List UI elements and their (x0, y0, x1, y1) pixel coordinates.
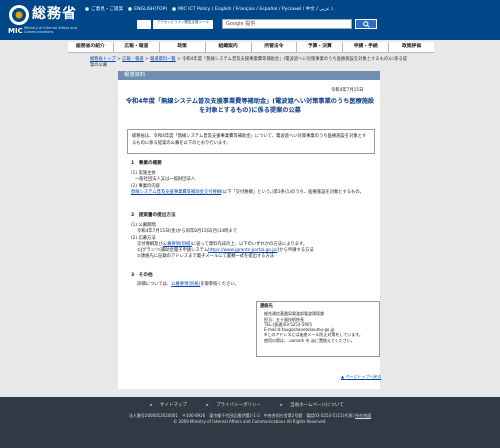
footer-address: 法人番号2000012020001 〒100-8926 東京都千代田区霞が関2-… (128, 413, 354, 418)
contact-line: 使用の際は、.oomark を.@に置換えてください。 (264, 337, 355, 343)
english-top-link[interactable]: ENGLISH(TOP) (128, 7, 167, 12)
bullet-icon (172, 7, 177, 11)
footer-access-link[interactable]: 所在地図 (355, 413, 371, 418)
breadcrumb-press[interactable]: 広報・報道 (122, 57, 143, 62)
section-2: 2 提案書の提出方法 (1) 公募期間 令和4年7月15日(金)から同年8月15… (131, 212, 376, 261)
accessibility-label: アクセシビリティ閲覧支援ツール (153, 20, 213, 29)
footer-about-site-link[interactable]: ▸ 当省ホームページについて (280, 403, 349, 408)
accessibility-icon (137, 20, 151, 29)
contact-line: ※このアドレスには迷惑メール防止対策をしています。 (264, 332, 363, 338)
header-links: ご意見・ご提案 ENGLISH(TOP) MIC ICT Policy ( En… (85, 5, 333, 13)
logo-subtitle: Ministry of Internal Affairs and Communi… (24, 26, 77, 34)
site-footer: ▸ サイトマップ ▸ プライバシーポリシー ▸ 当省ホームページについて 法人番… (0, 397, 500, 448)
footer-copyright: © 2009 Ministry of Internal Affairs and … (173, 419, 327, 424)
footer-links: ▸ サイトマップ ▸ プライバシーポリシー ▸ 当省ホームページについて (0, 402, 500, 408)
bullet-icon (128, 7, 133, 11)
search-input[interactable]: Google 提供 (222, 19, 352, 29)
nav-press[interactable]: 広報・報道 (112, 42, 159, 52)
feedback-link[interactable]: ご意見・ご提案 (85, 6, 123, 12)
search-icon (363, 21, 370, 28)
jgrants-link[interactable]: https://www.jgrants-portal.go.jp/ (208, 248, 277, 253)
accessibility-tool-button[interactable]: アクセシビリティ閲覧支援ツール (137, 20, 213, 29)
section-3-heading: 3 その他 (131, 273, 153, 278)
section-1-heading: 1 事業の概要 (131, 161, 162, 166)
global-nav: 総務省の紹介 広報・報道 政策 組織案内 所管法令 予算・決算 申請・手続 政策… (68, 42, 434, 53)
nav-policy[interactable]: 政策 (158, 42, 205, 52)
nav-organization[interactable]: 組織案内 (204, 42, 251, 52)
s2-method2: ②連絡先に記載のアドレスまで電子メールにて書類一式を提出する方法 (137, 254, 275, 260)
footer-privacy-link[interactable]: ▸ プライバシーポリシー (206, 403, 267, 408)
page-title: 令和4年度「無線システム普及支援事業費等補助金」(電波遮へい対策事業のうち医療施… (125, 98, 375, 114)
nav-evaluation[interactable]: 政策評価 (388, 42, 434, 52)
logo-mic: MIC (8, 27, 23, 35)
nav-applications[interactable]: 申請・手続 (342, 42, 388, 52)
breadcrumb: 総務省トップ > 広報・報道 > 報道資料一覧 > 令和4年度「無線システム普及… (90, 57, 408, 68)
ministry-logo-icon[interactable] (8, 4, 30, 26)
footer-info: 法人番号2000012020001 〒100-8926 東京都千代田区霞が関2-… (0, 413, 500, 425)
section-1: 1 事業の概要 (1) 実施主体 一般社団法人又は一般財団法人 (2) 事業の内… (131, 160, 376, 196)
nav-laws[interactable]: 所管法令 (250, 42, 297, 52)
release-date: 令和4年7月15日 (331, 88, 364, 93)
bullet-icon (85, 7, 89, 11)
section-2-heading: 2 提案書の提出方法 (131, 213, 176, 218)
section-heading: 報道資料 (118, 71, 380, 80)
intro-box: 総務省は、令和4年度「無線システム普及支援事業費等補助金」について、電波遮へい対… (127, 129, 375, 154)
s1-item2-text: (以下「交付要綱」という。)第3条(1)のうち、医療施設を対象とするもの。 (221, 189, 364, 195)
page-top-link[interactable]: ▲ ページトップへ戻る (341, 374, 381, 380)
footer-sitemap-link[interactable]: ▸ サイトマップ (150, 403, 193, 408)
breadcrumb-home[interactable]: 総務省トップ (90, 57, 116, 62)
breadcrumb-press-list[interactable]: 報道資料一覧 (150, 57, 176, 62)
logo-title[interactable]: 総務省 (32, 3, 77, 23)
section-3: 3 その他 詳細については、公募要領(別紙)を御参照ください。 (131, 272, 376, 288)
search-button[interactable] (355, 19, 377, 29)
intro-text: 総務省は、令和4年度「無線システム普及支援事業費等補助金」について、電波遮へい対… (132, 134, 367, 146)
application-guide-link-2[interactable]: 公募要領(別紙) (171, 282, 200, 287)
application-guide-link[interactable]: 公募要領(別紙) (163, 242, 192, 247)
nav-about[interactable]: 総務省の紹介 (68, 42, 113, 52)
nav-budget[interactable]: 予算・決算 (296, 42, 342, 52)
mic-ict-policy-link[interactable]: MIC ICT Policy ( English / Français / Es… (172, 6, 333, 12)
contact-heading: 連絡先 (260, 304, 273, 309)
site-header: 総務省 MIC Ministry of Internal Affairs and… (0, 0, 500, 40)
grant-guideline-link[interactable]: 無線システム普及支援事業費等補助金交付要綱 (131, 190, 221, 195)
contact-box: 連絡先 総合通信基盤局電波部電波環境課 担当：五十嵐技術係長 TEL:(直通)0… (256, 301, 380, 357)
